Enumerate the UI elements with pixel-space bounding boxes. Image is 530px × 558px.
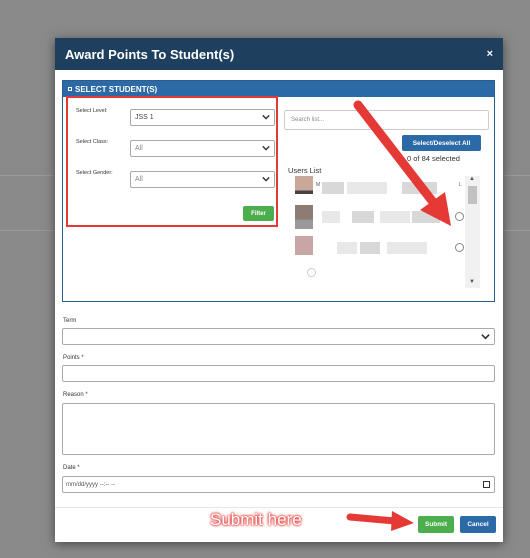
arrow-to-submit-icon (346, 511, 414, 531)
annotation-overlay (346, 100, 451, 531)
arrow-to-list-icon (353, 100, 451, 226)
submit-here-annotation: Submit here (210, 510, 302, 529)
